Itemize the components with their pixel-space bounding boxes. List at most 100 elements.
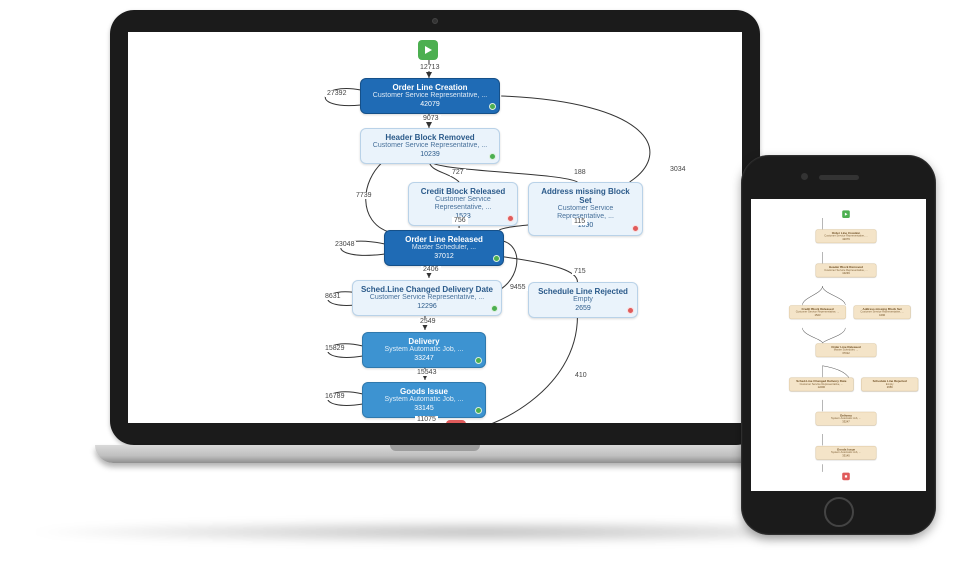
edge-label: 3034 xyxy=(668,166,688,173)
node-address-missing-mobile[interactable]: Address missing Block Set Customer Servi… xyxy=(854,305,911,319)
node-subtitle: Customer Service Representative, ... xyxy=(359,294,495,302)
node-subtitle: System Automatic Job, ... xyxy=(369,396,479,404)
node-schedule-line-rejected[interactable]: Schedule Line Rejected Empty 2659 xyxy=(528,282,638,318)
node-subtitle: Master Scheduler, ... xyxy=(818,349,873,352)
node-sched-line-changed-mobile[interactable]: Sched.Line Changed Delivery Date Custome… xyxy=(789,378,854,392)
status-dot-icon xyxy=(507,215,514,222)
node-schedule-line-rejected-mobile[interactable]: Schedule Line Rejected Empty 2659 xyxy=(861,378,918,392)
edge-label: 9455 xyxy=(508,284,528,291)
node-count: 33145 xyxy=(369,405,479,413)
node-subtitle: System Automatic Job, ... xyxy=(818,451,873,454)
node-sched-line-changed[interactable]: Sched.Line Changed Delivery Date Custome… xyxy=(352,280,502,316)
node-count: 1090 xyxy=(856,314,908,317)
node-delivery-mobile[interactable]: Delivery System Automatic Job, ... 33247 xyxy=(816,412,877,426)
status-dot-icon xyxy=(491,305,498,312)
status-dot-icon xyxy=(632,225,639,232)
laptop-screen: Order Line Creation Customer Service Rep… xyxy=(128,32,742,423)
node-address-missing[interactable]: Address missing Block Set Customer Servi… xyxy=(528,182,643,236)
node-count: 10239 xyxy=(367,151,493,159)
edge-label: 410 xyxy=(573,372,589,379)
node-count: 42079 xyxy=(818,238,873,241)
edge-label: 23048 xyxy=(333,241,356,248)
edge-label: 8631 xyxy=(323,293,343,300)
end-node[interactable] xyxy=(446,420,466,423)
process-flowchart[interactable]: Order Line Creation Customer Service Rep… xyxy=(128,32,742,423)
edge-label: 16789 xyxy=(323,393,346,400)
play-icon xyxy=(423,45,433,55)
node-subtitle: System Automatic Job, ... xyxy=(369,346,479,354)
node-title: Address missing Block Set xyxy=(535,187,636,205)
node-count: 33247 xyxy=(818,421,873,424)
edge-label: 2549 xyxy=(418,318,438,325)
node-count: 12296 xyxy=(359,303,495,311)
process-flowchart-mobile[interactable]: Order Line Creation Customer Service Rep… xyxy=(751,199,926,491)
node-title: Goods Issue xyxy=(369,387,479,396)
edge-label: 2406 xyxy=(421,266,441,273)
node-title: Order Line Creation xyxy=(367,83,493,92)
node-subtitle: Customer Service Representative, ... xyxy=(818,269,873,272)
node-delivery[interactable]: Delivery System Automatic Job, ... 33247 xyxy=(362,332,486,368)
edge-label: 27392 xyxy=(325,90,348,97)
stop-icon xyxy=(844,475,848,479)
node-count: 42079 xyxy=(367,101,493,109)
phone-screen: Order Line Creation Customer Service Rep… xyxy=(751,199,926,491)
status-dot-icon xyxy=(475,357,482,364)
node-count: 10239 xyxy=(818,272,873,275)
node-subtitle: Empty xyxy=(864,383,916,386)
start-node[interactable] xyxy=(418,40,438,60)
status-dot-icon xyxy=(493,255,500,262)
edge-label: 15543 xyxy=(415,369,438,376)
phone-camera-icon xyxy=(801,173,808,180)
edge-label: 11075 xyxy=(415,416,438,423)
node-count: 33145 xyxy=(818,455,873,458)
start-node-mobile[interactable] xyxy=(842,210,850,218)
node-subtitle: Customer Service Representative, ... xyxy=(818,235,873,238)
phone-home-button[interactable] xyxy=(824,497,854,527)
edge-label: 727 xyxy=(450,169,466,176)
node-credit-block-released-mobile[interactable]: Credit Block Released Customer Service R… xyxy=(789,305,846,319)
node-subtitle: Customer Service Representative, ... xyxy=(367,142,493,150)
node-order-line-creation[interactable]: Order Line Creation Customer Service Rep… xyxy=(360,78,500,114)
node-count: 12296 xyxy=(792,386,851,389)
edge-label: 188 xyxy=(572,169,588,176)
node-subtitle: Customer Service Representative, ... xyxy=(367,92,493,100)
node-subtitle: System Automatic Job, ... xyxy=(818,417,873,420)
edge-label: 12713 xyxy=(418,64,441,71)
node-count: 2659 xyxy=(864,386,916,389)
node-order-line-creation-mobile[interactable]: Order Line Creation Customer Service Rep… xyxy=(816,229,877,243)
status-dot-icon xyxy=(489,103,496,110)
node-count: 37012 xyxy=(818,352,873,355)
node-goods-issue-mobile[interactable]: Goods Issue System Automatic Job, ... 33… xyxy=(816,446,877,460)
node-subtitle: Customer Service Representative, ... xyxy=(856,311,908,314)
node-header-block-removed-mobile[interactable]: Header Block Removed Customer Service Re… xyxy=(816,264,877,278)
node-count: 1523 xyxy=(792,314,844,317)
play-icon xyxy=(844,212,848,216)
node-order-line-released[interactable]: Order Line Released Master Scheduler, ..… xyxy=(384,230,504,266)
node-count: 33247 xyxy=(369,355,479,363)
phone-speaker-icon xyxy=(819,175,859,180)
node-count: 37012 xyxy=(391,253,497,261)
node-order-line-released-mobile[interactable]: Order Line Released Master Scheduler, ..… xyxy=(816,343,877,357)
status-dot-icon xyxy=(475,407,482,414)
node-title: Schedule Line Rejected xyxy=(535,287,631,296)
node-title: Order Line Released xyxy=(391,235,497,244)
edge-label: 15829 xyxy=(323,345,346,352)
node-goods-issue[interactable]: Goods Issue System Automatic Job, ... 33… xyxy=(362,382,486,418)
edge-label: 7739 xyxy=(354,192,374,199)
node-title: Header Block Removed xyxy=(367,133,493,142)
edge-label: 115 xyxy=(572,218,587,225)
laptop-trackpad-notch xyxy=(390,445,480,451)
node-subtitle: Customer Service Representative, ... xyxy=(792,383,851,386)
laptop-bezel: Order Line Creation Customer Service Rep… xyxy=(110,10,760,445)
laptop-base xyxy=(95,445,775,463)
node-subtitle: Customer Service Representative, ... xyxy=(415,196,511,212)
node-subtitle: Master Scheduler, ... xyxy=(391,244,497,252)
laptop-device: Order Line Creation Customer Service Rep… xyxy=(95,10,775,490)
end-node-mobile[interactable] xyxy=(842,473,850,481)
edge-label: 756 xyxy=(452,217,468,224)
laptop-camera-icon xyxy=(432,18,438,24)
node-subtitle: Customer Service Representative, ... xyxy=(792,311,844,314)
node-count: 2659 xyxy=(535,305,631,313)
status-dot-icon xyxy=(627,307,634,314)
node-header-block-removed[interactable]: Header Block Removed Customer Service Re… xyxy=(360,128,500,164)
